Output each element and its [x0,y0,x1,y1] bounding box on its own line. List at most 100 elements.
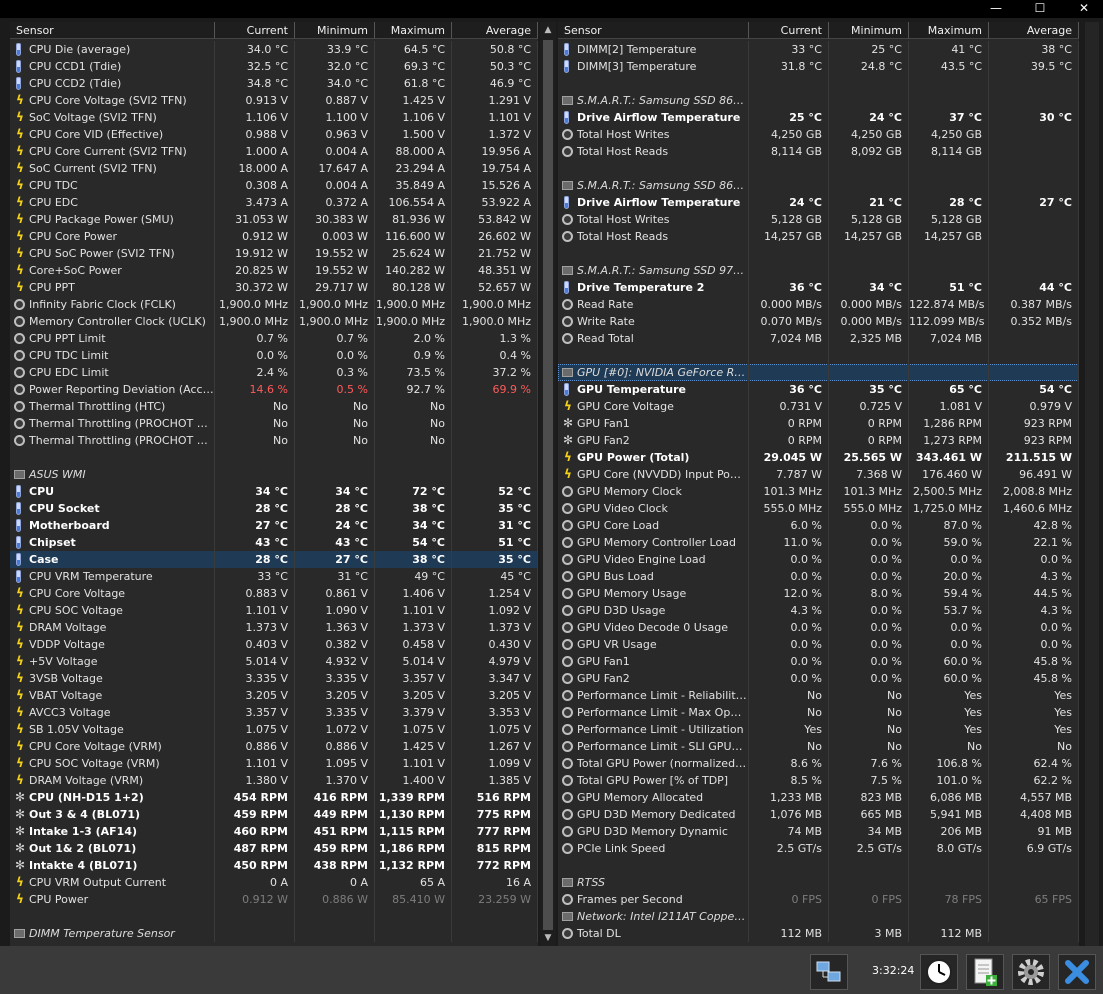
table-row[interactable]: PCIe Link Speed 2.5 GT/s 2.5 GT/s 8.0 GT/s 6… [558,840,1079,857]
table-row[interactable]: DIMM[3] Temperature 31.8 °C 24.8 °C 43.5 °C… [558,58,1079,75]
table-row[interactable]: GPU Temperature 36 °C 35 °C 65 °C 54 °C [558,381,1079,398]
table-row[interactable]: CPU 34 °C 34 °C 72 °C 52 °C [10,483,538,500]
table-row[interactable]: ✻ CPU (NH-D15 1+2) 454 RPM 416 RPM 1,339 RPM… [10,789,538,806]
table-row[interactable] [558,75,1079,92]
table-row[interactable]: GPU Memory Allocated 1,233 MB 823 MB 6,086 … [558,789,1079,806]
table-row[interactable]: GPU Memory Clock 101.3 MHz 101.3 MHz 2,500.… [558,483,1079,500]
table-row[interactable] [558,245,1079,262]
table-row[interactable]: ϟ CPU Core Voltage (VRM) 0.886 V 0.886 V 1.4… [10,738,538,755]
column-header-minimum[interactable]: Minimum [829,22,909,39]
table-row[interactable]: GPU Fan2 0.0 % 0.0 % 60.0 % 45.8 % [558,670,1079,687]
table-row[interactable]: Total DL 112 MB 3 MB 112 MB [558,925,1079,942]
table-row[interactable]: Total GPU Power [% of TDP] 8.5 % 7.5 % 101.… [558,772,1079,789]
column-header-current[interactable]: Current [215,22,295,39]
table-row[interactable]: Read Total 7,024 MB 2,325 MB 7,024 MB [558,330,1079,347]
table-row[interactable]: Total Host Writes 4,250 GB 4,250 GB 4,250 G… [558,126,1079,143]
table-row[interactable]: GPU Video Clock 555.0 MHz 555.0 MHz 1,725.0… [558,500,1079,517]
table-row[interactable] [10,449,538,466]
table-row[interactable]: Performance Limit - Utilization Yes No Yes Y… [558,721,1079,738]
table-row[interactable]: CPU CCD2 (Tdie) 34.8 °C 34.0 °C 61.8 °C 46.9… [10,75,538,92]
table-row[interactable]: ϟ CPU TDC 0.308 A 0.004 A 35.849 A 15.526 A [10,177,538,194]
table-row[interactable]: CPU VRM Temperature 33 °C 31 °C 49 °C 45 °C [10,568,538,585]
exit-icon[interactable] [1058,954,1096,990]
table-row[interactable]: ϟ CPU Core Voltage (SVI2 TFN) 0.913 V 0.887… [10,92,538,109]
table-row[interactable]: Performance Limit - SLI GPUBoo... No No No N… [558,738,1079,755]
table-row[interactable]: ϟ CPU Core Power 0.912 W 0.003 W 116.600 W 26… [10,228,538,245]
sensor-group-row[interactable]: Network: Intel I211AT Copper (... [558,908,1079,925]
table-row[interactable]: Drive Airflow Temperature 25 °C 24 °C 37 °C… [558,109,1079,126]
table-row[interactable]: ϟ CPU VRM Output Current 0 A 0 A 65 A 16 A [10,874,538,891]
table-row[interactable]: GPU Video Decode 0 Usage 0.0 % 0.0 % 0.0 % 0… [558,619,1079,636]
table-row[interactable] [558,347,1079,364]
table-row[interactable]: ϟ CPU PPT 30.372 W 29.717 W 80.128 W 52.657 W [10,279,538,296]
table-row[interactable]: ϟ CPU Core Voltage 0.883 V 0.861 V 1.406 V 1.… [10,585,538,602]
table-row[interactable]: GPU D3D Memory Dedicated 1,076 MB 665 MB 5,… [558,806,1079,823]
table-row[interactable]: Case 28 °C 27 °C 38 °C 35 °C [10,551,538,568]
sensor-group-row[interactable]: S.M.A.R.T.: Samsung SSD 860 ... [558,177,1079,194]
column-header-current[interactable]: Current [749,22,829,39]
table-row[interactable]: Read Rate 0.000 MB/s 0.000 MB/s 122.874 MB/… [558,296,1079,313]
table-row[interactable]: Total Host Reads 8,114 GB 8,092 GB 8,114 GB [558,143,1079,160]
table-row[interactable]: ✻ GPU Fan2 0 RPM 0 RPM 1,273 RPM 923 RPM [558,432,1079,449]
table-row[interactable]: ϟ CPU Power 0.912 W 0.886 W 85.410 W 23.259 W [10,891,538,908]
table-row[interactable]: ϟ GPU Core (NVVDD) Input Power ... 7.787 W… [558,466,1079,483]
table-row[interactable]: ✻ Intake 1-3 (AF14) 460 RPM 451 RPM 1,115 RP… [10,823,538,840]
table-row[interactable]: ϟ GPU Core Voltage 0.731 V 0.725 V 1.081 V 0.… [558,398,1079,415]
table-row[interactable]: ϟ CPU SOC Voltage 1.101 V 1.090 V 1.101 V 1.0… [10,602,538,619]
sensor-group-row[interactable]: S.M.A.R.T.: Samsung SSD 860 ... [558,92,1079,109]
table-row[interactable]: Infinity Fabric Clock (FCLK) 1,900.0 MHz 1… [10,296,538,313]
table-row[interactable]: ϟ DRAM Voltage 1.373 V 1.363 V 1.373 V 1.373 … [10,619,538,636]
table-row[interactable]: ϟ CPU EDC 3.473 A 0.372 A 106.554 A 53.922 A [10,194,538,211]
table-row[interactable] [558,160,1079,177]
table-row[interactable]: Drive Temperature 2 36 °C 34 °C 51 °C 44 °C [558,279,1079,296]
scroll-down-icon[interactable]: ▼ [540,930,556,946]
table-row[interactable]: Power Reporting Deviation (Accura... 14.6… [10,381,538,398]
table-row[interactable]: ϟ SoC Current (SVI2 TFN) 18.000 A 17.647 A 2… [10,160,538,177]
sensor-group-row[interactable]: DIMM Temperature Sensor [10,925,538,942]
table-row[interactable]: ϟ CPU Core Current (SVI2 TFN) 1.000 A 0.004… [10,143,538,160]
table-row[interactable]: ✻ Out 1& 2 (BL071) 487 RPM 459 RPM 1,186 RPM… [10,840,538,857]
minimize-button[interactable]: — [973,0,1019,18]
column-header-maximum[interactable]: Maximum [909,22,989,39]
table-row[interactable]: ϟ DRAM Voltage (VRM) 1.380 V 1.370 V 1.400 V… [10,772,538,789]
column-header-sensor[interactable]: Sensor [558,22,749,39]
sensor-group-row[interactable]: S.M.A.R.T.: Samsung SSD 970 ... [558,262,1079,279]
table-row[interactable]: ϟ VDDP Voltage 0.403 V 0.382 V 0.458 V 0.430 … [10,636,538,653]
clock-reset-button[interactable] [920,954,958,990]
column-header-maximum[interactable]: Maximum [375,22,452,39]
table-row[interactable]: CPU TDC Limit 0.0 % 0.0 % 0.9 % 0.4 % [10,347,538,364]
table-row[interactable]: ✻ Intakte 4 (BL071) 450 RPM 438 RPM 1,132 RP… [10,857,538,874]
table-row[interactable]: ϟ VBAT Voltage 3.205 V 3.205 V 3.205 V 3.205 … [10,687,538,704]
column-header-average[interactable]: Average [452,22,538,39]
column-header-average[interactable]: Average [989,22,1079,39]
left-scrollbar[interactable]: ▲ ▼ [540,22,556,946]
settings-gear-icon[interactable] [1012,954,1050,990]
table-row[interactable]: CPU PPT Limit 0.7 % 0.7 % 2.0 % 1.3 % [10,330,538,347]
table-row[interactable]: Performance Limit - Reliability Vo... No N… [558,687,1079,704]
table-row[interactable]: ϟ 3VSB Voltage 3.335 V 3.335 V 3.357 V 3.347 … [10,670,538,687]
table-row[interactable]: CPU Socket 28 °C 28 °C 38 °C 35 °C [10,500,538,517]
table-row[interactable]: DIMM[2] Temperature 33 °C 25 °C 41 °C 38 °C [558,41,1079,58]
table-row[interactable]: GPU D3D Memory Dynamic 74 MB 34 MB 206 MB 91… [558,823,1079,840]
table-row[interactable]: Write Rate 0.070 MB/s 0.000 MB/s 112.099 MB… [558,313,1079,330]
maximize-button[interactable]: ☐ [1017,0,1063,18]
table-row[interactable]: ϟ +5V Voltage 5.014 V 4.932 V 5.014 V 4.979 V [10,653,538,670]
table-row[interactable]: Thermal Throttling (PROCHOT EXT) No No No [10,432,538,449]
table-row[interactable]: Performance Limit - Max Operati... No No Ye… [558,704,1079,721]
sensor-group-row[interactable]: ASUS WMI [10,466,538,483]
table-row[interactable]: CPU EDC Limit 2.4 % 0.3 % 73.5 % 37.2 % [10,364,538,381]
table-row[interactable]: ϟ AVCC3 Voltage 3.357 V 3.335 V 3.379 V 3.353… [10,704,538,721]
table-row[interactable]: Chipset 43 °C 43 °C 54 °C 51 °C [10,534,538,551]
table-row[interactable]: Thermal Throttling (HTC) No No No [10,398,538,415]
table-row[interactable]: ϟ Core+SoC Power 20.825 W 19.552 W 140.282 W… [10,262,538,279]
table-row[interactable]: ✻ Out 3 & 4 (BL071) 459 RPM 449 RPM 1,130 RP… [10,806,538,823]
table-row[interactable]: Total Host Reads 14,257 GB 14,257 GB 14,257… [558,228,1079,245]
sensor-group-row[interactable]: RTSS [558,874,1079,891]
table-row[interactable]: Motherboard 27 °C 24 °C 34 °C 31 °C [10,517,538,534]
column-header-sensor[interactable]: Sensor [10,22,215,39]
scroll-thumb[interactable] [543,40,553,930]
table-row[interactable]: GPU Video Engine Load 0.0 % 0.0 % 0.0 % 0.0 … [558,551,1079,568]
table-row[interactable]: ϟ CPU Package Power (SMU) 31.053 W 30.383 W… [10,211,538,228]
table-row[interactable]: ✻ GPU Fan1 0 RPM 0 RPM 1,286 RPM 923 RPM [558,415,1079,432]
table-row[interactable] [558,857,1079,874]
